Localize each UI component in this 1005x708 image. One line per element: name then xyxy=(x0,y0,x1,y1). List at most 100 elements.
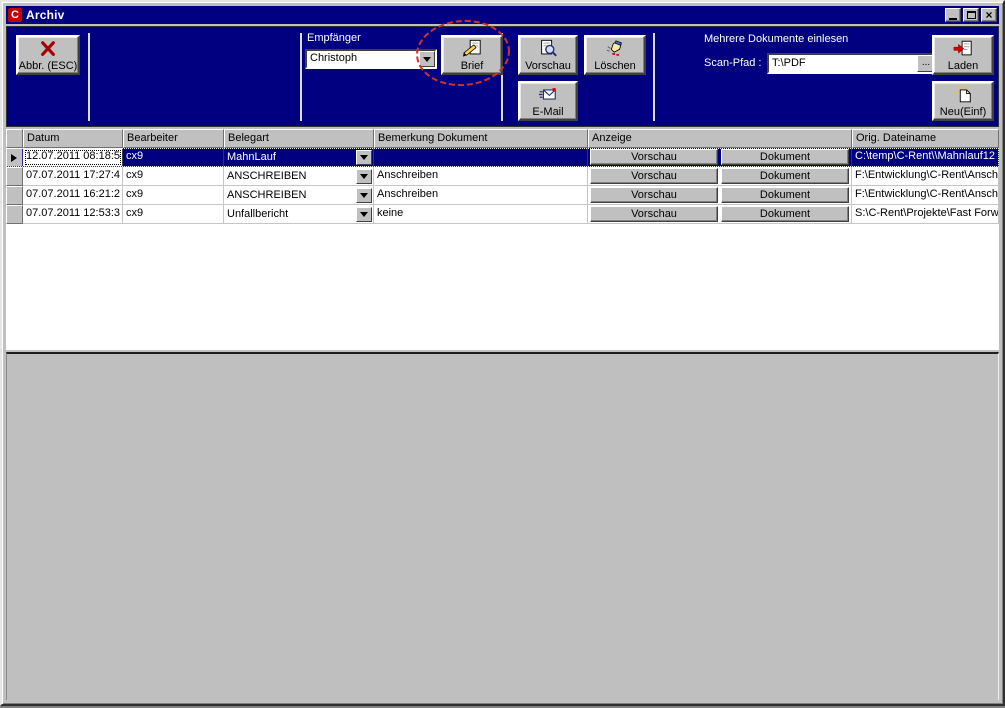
maximize-button[interactable] xyxy=(963,8,979,22)
row-dokument-button[interactable]: Dokument xyxy=(721,168,849,184)
row-dokument-button[interactable]: Dokument xyxy=(721,187,849,203)
row-dokument-button[interactable]: Dokument xyxy=(721,149,849,165)
selector-header-cell xyxy=(6,129,23,148)
header-orig-dateiname[interactable]: Orig. Dateiname xyxy=(852,129,999,148)
cell-datum: 07.07.2011 17:27:4 xyxy=(23,167,123,186)
cell-orig-dateiname: S:\C-Rent\Projekte\Fast Forw xyxy=(852,205,999,224)
abort-button[interactable]: Abbr. (ESC) xyxy=(16,35,80,75)
cell-belegart: Unfallbericht xyxy=(224,205,374,224)
vorschau-button-label: Vorschau xyxy=(525,60,571,72)
letter-pen-icon xyxy=(462,39,482,59)
header-belegart[interactable]: Belegart xyxy=(224,129,374,148)
cell-anzeige: Vorschau Dokument xyxy=(588,148,852,167)
table-row[interactable]: 07.07.2011 16:21:2 cx9 ANSCHREIBEN Ansch… xyxy=(6,186,999,205)
row-selector-cell xyxy=(6,148,23,167)
email-button[interactable]: E-Mail xyxy=(518,81,578,121)
belegart-value: MahnLauf xyxy=(227,151,356,163)
brief-button-label: Brief xyxy=(461,60,484,72)
preview-panel xyxy=(6,352,999,700)
toolbar-separator xyxy=(88,33,90,121)
email-button-label: E-Mail xyxy=(532,106,563,118)
row-dokument-button[interactable]: Dokument xyxy=(721,206,849,222)
envelope-icon xyxy=(538,85,558,105)
eraser-icon xyxy=(605,39,625,59)
table-row[interactable]: 07.07.2011 12:53:3 cx9 Unfallbericht kei… xyxy=(6,205,999,224)
belegart-dropdown-button[interactable] xyxy=(356,207,372,222)
belegart-dropdown-button[interactable] xyxy=(356,188,372,203)
neu-button[interactable]: Neu(Einf) xyxy=(932,81,994,121)
cell-orig-dateiname: F:\Entwicklung\C-Rent\Ansch xyxy=(852,167,999,186)
cell-bearbeiter: cx9 xyxy=(123,205,224,224)
cell-orig-dateiname: C:\temp\C-Rent\\Mahnlauf12 xyxy=(852,148,999,167)
table-row[interactable]: 07.07.2011 17:27:4 cx9 ANSCHREIBEN Ansch… xyxy=(6,167,999,186)
header-bearbeiter[interactable]: Bearbeiter xyxy=(123,129,224,148)
row-vorschau-button[interactable]: Vorschau xyxy=(590,206,718,222)
laden-button[interactable]: Laden xyxy=(932,35,994,75)
titlebar: C Archiv × xyxy=(6,6,999,24)
red-x-icon xyxy=(39,39,57,59)
empfaenger-dropdown-button[interactable] xyxy=(419,51,435,67)
cell-bemerkung: keine xyxy=(374,205,588,224)
chevron-down-icon xyxy=(423,57,431,66)
belegart-value: ANSCHREIBEN xyxy=(227,189,356,201)
close-button[interactable]: × xyxy=(981,8,997,22)
row-vorschau-button[interactable]: Vorschau xyxy=(590,168,718,184)
mehrere-dokumente-label: Mehrere Dokumente einlesen xyxy=(704,33,848,45)
window-title: Archiv xyxy=(26,8,941,22)
scan-pfad-label: Scan-Pfad : xyxy=(704,57,761,69)
cell-anzeige: Vorschau Dokument xyxy=(588,167,852,186)
loeschen-button[interactable]: Löschen xyxy=(584,35,646,75)
document-magnifier-icon xyxy=(538,39,558,59)
toolbar: Abbr. (ESC) Empfänger Christoph Brief xyxy=(6,26,999,127)
cell-bemerkung: Anschreiben xyxy=(374,167,588,186)
chevron-down-icon xyxy=(360,193,368,202)
empfaenger-combobox[interactable]: Christoph xyxy=(305,49,437,69)
cell-datum: 07.07.2011 16:21:2 xyxy=(23,186,123,205)
cell-bearbeiter: cx9 xyxy=(123,167,224,186)
cell-bearbeiter: cx9 xyxy=(123,186,224,205)
cell-orig-dateiname: F:\Entwicklung\C-Rent\Ansch xyxy=(852,186,999,205)
scan-pfad-field[interactable]: T:\PDF ... xyxy=(767,53,937,74)
chevron-down-icon xyxy=(360,174,368,183)
cell-datum: 07.07.2011 12:53:3 xyxy=(23,205,123,224)
toolbar-separator xyxy=(300,33,302,121)
minimize-icon xyxy=(949,18,957,20)
laden-button-label: Laden xyxy=(948,60,979,72)
archiv-window: C Archiv × Abbr. (ESC) Empfänger Christo… xyxy=(0,0,1005,706)
vorschau-button[interactable]: Vorschau xyxy=(518,35,578,75)
header-bemerkung[interactable]: Bemerkung Dokument xyxy=(374,129,588,148)
maximize-icon xyxy=(967,11,976,19)
cell-belegart: MahnLauf xyxy=(224,148,374,167)
row-vorschau-button[interactable]: Vorschau xyxy=(590,149,718,165)
empfaenger-value: Christoph xyxy=(307,51,419,67)
minimize-button[interactable] xyxy=(945,8,961,22)
close-icon: × xyxy=(985,10,992,20)
belegart-dropdown-button[interactable] xyxy=(356,150,372,165)
cell-bemerkung: Anschreiben xyxy=(374,186,588,205)
header-anzeige[interactable]: Anzeige xyxy=(588,129,852,148)
cell-bearbeiter: cx9 xyxy=(123,148,224,167)
cell-belegart: ANSCHREIBEN xyxy=(224,167,374,186)
empfaenger-label: Empfänger xyxy=(307,32,361,44)
table-row[interactable]: 12.07.2011 08:18:5 cx9 MahnLauf Vorschau… xyxy=(6,148,999,167)
loeschen-button-label: Löschen xyxy=(594,60,636,72)
scan-pfad-value: T:\PDF xyxy=(769,55,917,72)
toolbar-separator xyxy=(653,33,655,121)
chevron-down-icon xyxy=(360,155,368,164)
brief-button[interactable]: Brief xyxy=(441,35,503,75)
load-document-icon xyxy=(953,39,973,59)
neu-button-label: Neu(Einf) xyxy=(940,106,986,118)
app-logo-icon: C xyxy=(8,8,22,22)
header-datum[interactable]: Datum xyxy=(23,129,123,148)
row-vorschau-button[interactable]: Vorschau xyxy=(590,187,718,203)
cell-datum: 12.07.2011 08:18:5 xyxy=(23,148,123,167)
belegart-dropdown-button[interactable] xyxy=(356,169,372,184)
cell-anzeige: Vorschau Dokument xyxy=(588,205,852,224)
chevron-down-icon xyxy=(360,212,368,221)
current-row-arrow-icon xyxy=(11,154,21,162)
cell-belegart: ANSCHREIBEN xyxy=(224,186,374,205)
row-selector-cell xyxy=(6,167,23,186)
row-selector-cell xyxy=(6,205,23,224)
document-grid: Datum Bearbeiter Belegart Bemerkung Doku… xyxy=(6,129,999,350)
grid-header-row: Datum Bearbeiter Belegart Bemerkung Doku… xyxy=(6,129,999,148)
